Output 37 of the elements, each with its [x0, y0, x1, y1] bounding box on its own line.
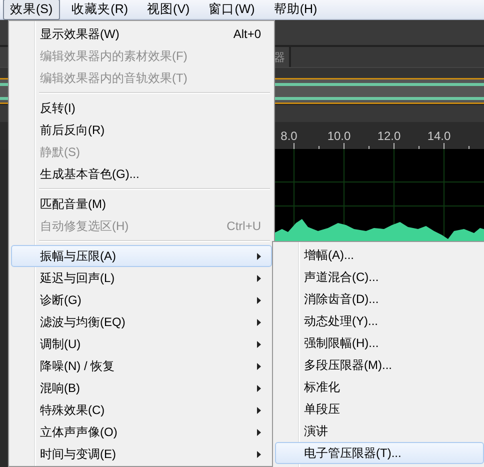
ruler-label: 12.0	[376, 129, 402, 143]
menubar-item[interactable]: 收藏夹(R)	[64, 0, 136, 20]
menu-item[interactable]: 匹配音量(M)	[11, 193, 272, 215]
menu-item[interactable]: 混响(B)	[11, 377, 272, 399]
shortcut-label: Alt+0	[233, 27, 261, 41]
ruler-label: 8.0	[280, 129, 298, 143]
menu-item[interactable]: 振幅与压限(A)	[11, 245, 272, 267]
menu-item[interactable]: 反转(I)	[11, 97, 272, 119]
ruler-label: 14.0	[426, 129, 452, 143]
menu-item[interactable]: 强制限幅(H)...	[275, 332, 484, 354]
menu-item[interactable]: 特殊效果(C)	[11, 399, 272, 421]
shortcut-label: Ctrl+U	[226, 219, 261, 233]
menu-item[interactable]: 演讲	[275, 420, 484, 442]
menu-item[interactable]: 多段压限器(M)...	[275, 354, 484, 376]
menubar-item[interactable]: 帮助(H)	[266, 0, 324, 20]
menu-item[interactable]: 立体声声像(O)	[11, 421, 272, 443]
menu-item[interactable]: 电子管压限器(T)...	[275, 442, 484, 464]
menu-item[interactable]: 时间与变调(E)	[11, 443, 272, 465]
menubar-item[interactable]: 视图(V)	[140, 0, 197, 20]
menu-item[interactable]: 生成基本音色(G)...	[11, 163, 272, 185]
menu-item[interactable]: 显示效果器(W) Alt+0	[11, 23, 272, 45]
menubar-item[interactable]: 效果(S)	[3, 0, 60, 20]
menubar-item[interactable]: 窗口(W)	[202, 0, 262, 20]
menu-item[interactable]: 前后反向(R)	[11, 119, 272, 141]
menu-item[interactable]: 延迟与回声(L)	[11, 267, 272, 289]
menu-item[interactable]: 增幅(A)...	[275, 244, 484, 266]
menu-item[interactable]: 标准化	[275, 376, 484, 398]
menu-item[interactable]: 诊断(G)	[11, 289, 272, 311]
menu-item[interactable]: 消除齿音(D)...	[275, 288, 484, 310]
menu-item[interactable]: 降噪(N) / 恢复	[11, 355, 272, 377]
menu-item[interactable]: 动态处理(Y)...	[275, 310, 484, 332]
tab-label[interactable]: 器	[274, 50, 285, 64]
menu-item[interactable]: 单段压	[275, 398, 484, 420]
ruler-label: 10.0	[326, 129, 352, 143]
menu-item[interactable]: 滤波与均衡(EQ)	[11, 311, 272, 333]
menu-item[interactable]: 调制(U)	[11, 333, 272, 355]
menu-item[interactable]: 声道混合(C)...	[275, 266, 484, 288]
